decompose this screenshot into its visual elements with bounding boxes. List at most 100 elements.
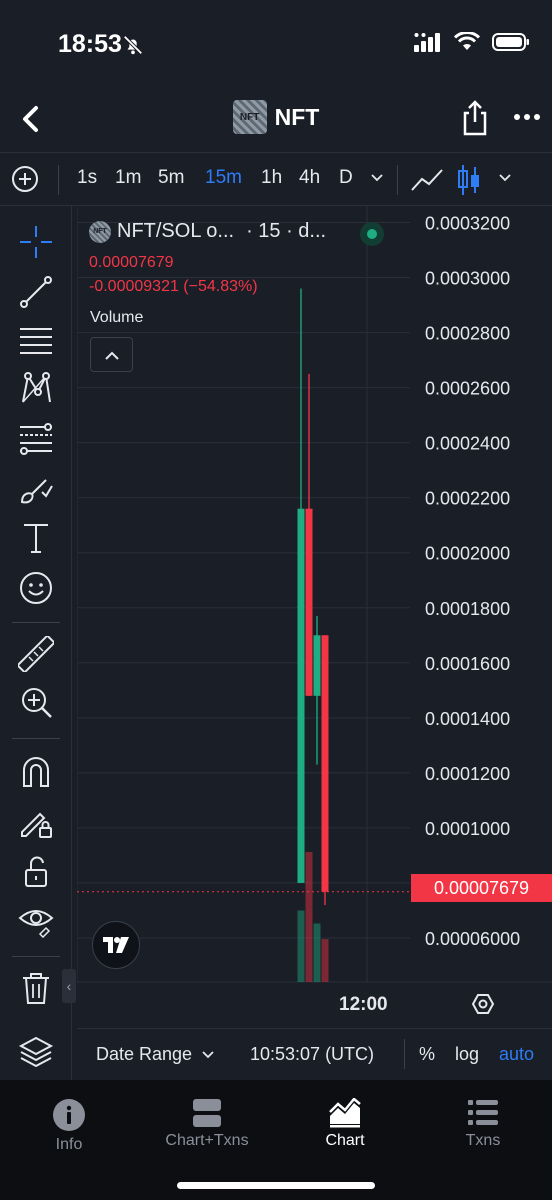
home-indicator — [177, 1182, 375, 1189]
y-axis-tick-label: 0.0002600 — [425, 379, 510, 399]
y-axis-tick-label: 0.0002800 — [425, 324, 510, 344]
pattern-tool-icon[interactable] — [18, 370, 54, 406]
text-tool-icon[interactable] — [18, 520, 54, 556]
top-nav: NFT NFT — [0, 90, 552, 152]
bell-off-icon — [123, 35, 143, 55]
rail-divider — [12, 956, 60, 957]
controls-divider — [404, 1039, 405, 1069]
chevron-up-icon — [104, 351, 119, 360]
token-logo-text: NFT — [239, 111, 260, 123]
horizontal-lines-icon[interactable] — [18, 322, 54, 358]
rail-divider — [12, 622, 60, 623]
tab-label: Txns — [465, 1132, 501, 1149]
toolbar-divider — [397, 165, 398, 195]
tab-label: Chart — [325, 1132, 365, 1149]
y-axis-tick-label: 0.0002200 — [425, 489, 510, 509]
info-icon — [53, 1099, 85, 1131]
tab-chart-txns[interactable]: Chart+Txns — [138, 1098, 276, 1158]
chart-area[interactable]: 0.0003200 0.0003000 0.0002800 0.0002600 0.00… — [77, 206, 552, 1028]
list-icon — [468, 1100, 498, 1125]
tab-label: Info — [55, 1136, 83, 1153]
y-axis-tick-label: 0.0001200 — [425, 764, 510, 784]
candlestick-chart[interactable]: 0.0003200 0.0003000 0.0002800 0.0002600 0.00… — [77, 206, 552, 1028]
y-axis-tick-label: 0.0001400 — [425, 709, 510, 729]
unlock-icon[interactable] — [18, 854, 54, 890]
chevron-left-icon: ‹ — [66, 978, 72, 994]
y-axis-tick-label: 0.0001600 — [425, 654, 510, 674]
add-indicator-button[interactable] — [11, 165, 39, 193]
candle-body — [313, 635, 321, 696]
page-title: NFT — [274, 103, 320, 130]
crosshair-icon[interactable] — [18, 224, 54, 260]
fib-retracement-icon[interactable] — [18, 420, 54, 456]
eye-icon[interactable] — [18, 902, 54, 938]
emoji-icon[interactable] — [18, 570, 54, 606]
candlestick-chart-icon[interactable] — [456, 163, 482, 197]
toolbar-divider — [58, 165, 59, 195]
tab-label: Chart+Txns — [165, 1132, 249, 1149]
current-price-label: 0.00007679 — [411, 874, 552, 902]
tab-info[interactable]: Info — [0, 1098, 138, 1158]
tab-txns[interactable]: Txns — [414, 1098, 552, 1158]
wifi-icon — [454, 32, 480, 50]
ruler-icon[interactable] — [18, 636, 54, 672]
date-range-label: Date Range — [96, 1044, 193, 1064]
legend-symbol: NFT/SOL o... — [117, 220, 235, 242]
collapse-legend-button[interactable] — [90, 337, 133, 372]
pencil-lock-icon[interactable] — [18, 804, 54, 840]
utc-clock[interactable]: 10:53:07 (UTC) — [250, 1044, 374, 1065]
timeframe-4h[interactable]: 4h — [299, 167, 320, 189]
chart-toolbar: 1s 1m 5m 15m 1h 4h D — [0, 152, 552, 206]
percent-scale-button[interactable]: % — [419, 1044, 435, 1065]
trash-icon[interactable] — [18, 970, 54, 1006]
tab-chart[interactable]: Chart — [276, 1098, 414, 1158]
legend-change: -0.00009321 (−54.83%) — [89, 278, 258, 295]
legend-price: 0.00007679 — [89, 254, 174, 271]
zoom-in-icon[interactable] — [18, 684, 54, 720]
line-chart-icon[interactable] — [410, 165, 444, 195]
candle-body — [305, 508, 313, 696]
trend-line-icon[interactable] — [18, 274, 54, 310]
chevron-down-icon[interactable] — [369, 169, 385, 185]
tradingview-logo[interactable] — [92, 921, 140, 969]
candle-body — [321, 635, 329, 892]
share-button[interactable] — [458, 98, 492, 138]
y-axis-tick-label: 0.00006000 — [425, 929, 520, 949]
legend-volume-label: Volume — [90, 309, 144, 326]
chart-settings-icon[interactable] — [471, 992, 495, 1016]
timeframe-1m[interactable]: 1m — [115, 167, 141, 189]
chart-icon — [329, 1098, 361, 1128]
timeframe-1h[interactable]: 1h — [261, 167, 282, 189]
layers-icon[interactable] — [18, 1034, 54, 1070]
timeframe-1s[interactable]: 1s — [77, 167, 97, 189]
live-status-indicator — [360, 222, 384, 246]
timeframe-d[interactable]: D — [339, 167, 353, 189]
auto-scale-button[interactable]: auto — [499, 1044, 534, 1065]
volume-bar — [313, 923, 321, 982]
timeframe-15m[interactable]: 15m — [205, 167, 242, 189]
timeframe-5m[interactable]: 5m — [158, 167, 184, 189]
brush-icon[interactable] — [18, 472, 54, 508]
rail-divider — [12, 738, 60, 739]
x-axis-time-label: 12:00 — [339, 994, 388, 1015]
date-range-button[interactable]: Date Range — [96, 1044, 215, 1065]
chevron-down-icon[interactable] — [497, 169, 513, 185]
tradingview-icon — [103, 937, 129, 953]
volume-bar — [305, 852, 313, 982]
split-view-icon — [193, 1099, 221, 1127]
magnet-icon[interactable] — [18, 754, 54, 790]
collapse-rail-button[interactable]: ‹ — [62, 969, 76, 1003]
more-options-button[interactable] — [510, 100, 544, 134]
volume-bar — [297, 910, 305, 982]
bottom-tab-bar: Info Chart+Txns Chart Txns — [0, 1080, 552, 1200]
status-bar: 18:53 — [0, 0, 552, 90]
legend-token-logo: NFT — [89, 220, 111, 243]
cellular-signal-icon — [414, 33, 440, 52]
y-axis-tick-label: 0.0001800 — [425, 599, 510, 619]
token-logo: NFT — [232, 100, 267, 134]
chart-bottom-controls: Date Range 10:53:07 (UTC) % log auto — [77, 1028, 552, 1080]
y-axis-tick-label: 0.0002400 — [425, 434, 510, 454]
candle-body — [297, 508, 305, 883]
log-scale-button[interactable]: log — [455, 1044, 479, 1065]
legend-interval: · 15 · d... — [246, 220, 327, 242]
